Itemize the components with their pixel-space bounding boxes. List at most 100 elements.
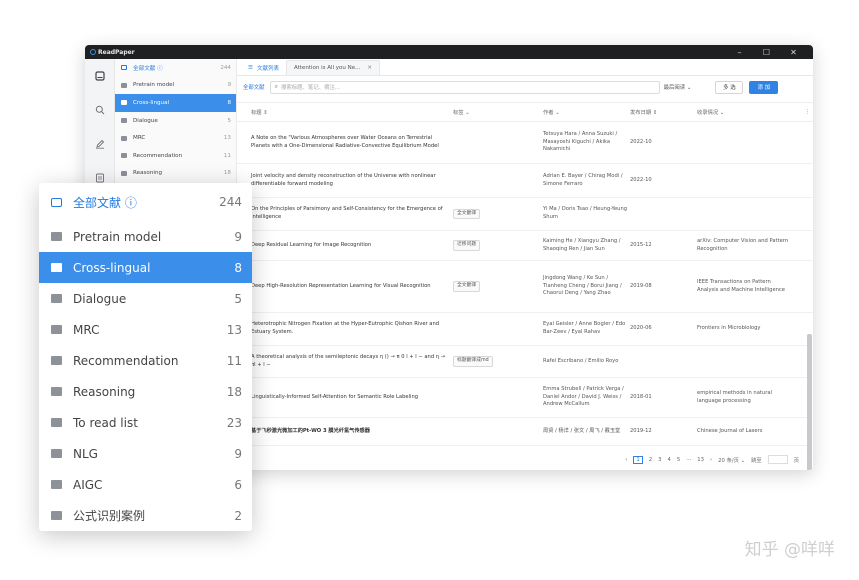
tree-item-cross-lingual[interactable]: Cross-lingual 8 [115,94,236,112]
tree-item-all[interactable]: 全部文献 ⓘ 244 [115,59,236,77]
page-suffix: 页 [793,457,799,464]
header-date[interactable]: 发布日期 ⇕ [630,108,697,116]
pagination: ‹ 1 2 3 4 5 ··· 13 › 20 条/页 ⌄ 跳至 页 [619,455,799,464]
toolbar-label: 全部文献 [243,85,265,91]
popout-item-all[interactable]: 全部文献 ⓘ 244 [39,183,252,221]
brand: ReadPaper [85,49,135,56]
main-panel: ☰ 文献列表 Attention is All you Ne... ✕ 全部文献 ⌕… [237,59,813,470]
table-row[interactable]: On the Principles of Parsimony and Self-… [237,198,813,231]
tag-badge[interactable]: 全文翻译 [453,208,481,220]
popout-item-cross-lingual[interactable]: Cross-lingual 8 [39,252,252,283]
folder-icon [121,82,127,88]
prev-page-button[interactable]: ‹ [625,457,627,463]
library-icon[interactable] [85,59,115,93]
popout-item-reasoning[interactable]: Reasoning 18 [39,376,252,407]
popout-item-formula-recognition[interactable]: 公式识别案例 2 [39,500,252,531]
table-row[interactable]: Heterotrophic Nitrogen Fixation at the H… [237,313,813,346]
all-docs-icon [51,197,62,207]
multi-select-button[interactable]: 多 选 [715,80,744,94]
folder-icon [51,387,62,396]
readpaper-logo-icon [90,49,96,55]
close-button[interactable]: ✕ [780,48,807,57]
table-header: 标题 ⇕ 标签 ⌄ 作者 ⌄ 发布日期 ⇕ 收录情况 ⌄ ⋮ [237,102,813,122]
tab-document-list[interactable]: ☰ 文献列表 [241,60,286,75]
popout-item-dialogue[interactable]: Dialogue 5 [39,283,252,314]
toolbar: 全部文献 ⌕ 搜索标题、笔记、摘注... 最后阅读 ⌄ 多 选 添 加 [237,76,813,98]
tab-paper[interactable]: Attention is All you Ne... ✕ [285,60,381,75]
folder-icon [121,118,127,124]
app-title: ReadPaper [98,48,135,56]
table-row[interactable]: Deep Residual Learning for Image Recogni… [237,231,813,261]
tree-item-recommendation[interactable]: Recommendation 11 [115,147,236,165]
folder-icon [51,325,62,334]
table-row[interactable]: Deep High-Resolution Representation Lear… [237,261,813,313]
folder-icon [121,153,127,159]
table-body: A Note on the "Various Atmospheres over … [237,122,813,446]
search-icon: ⌕ [274,83,278,90]
page-size-select[interactable]: 20 条/页 ⌄ [718,456,745,464]
next-page-button[interactable]: › [710,457,712,463]
maximize-button[interactable]: ☐ [753,48,780,57]
popout-item-nlg[interactable]: NLG 9 [39,438,252,469]
folder-icon [51,294,62,303]
tree-item-mrc[interactable]: MRC 13 [115,129,236,147]
watermark: 知乎 @咩咩 [744,540,835,560]
folder-icon [121,135,127,141]
table-row[interactable]: A theoretical analysis of the semilepton… [237,346,813,378]
folder-icon [51,232,62,241]
folder-icon [51,356,62,365]
popout-item-pretrain-model[interactable]: Pretrain model 9 [39,221,252,252]
table-row[interactable]: Linguistically-Informed Self-Attention f… [237,378,813,418]
popout-item-mrc[interactable]: MRC 13 [39,314,252,345]
tree-item-dialogue[interactable]: Dialogue 5 [115,112,236,130]
folder-icon [121,170,127,176]
goto-label: 跳至 [751,457,762,464]
window-controls: – ☐ ✕ [726,45,807,59]
page-1[interactable]: 1 [633,455,643,464]
table-row[interactable]: 基于飞秒激光微加工的Pt-WO 3 膜光纤氢气传感器 周贤 / 杨洋 / 张文 … [237,418,813,446]
search-placeholder: 搜索标题、笔记、摘注... [280,85,341,91]
tree-item-pretrain-model[interactable]: Pretrain model 9 [115,77,236,95]
zoomed-collection-list: 全部文献 ⓘ 244 Pretrain model 9 Cross-lingual 8… [39,183,252,531]
page-13[interactable]: 13 [697,457,704,463]
scrollbar-thumb[interactable] [807,334,812,470]
folder-icon [51,449,62,458]
header-tag[interactable]: 标签 ⌄ [453,108,543,116]
tree-item-reasoning[interactable]: Reasoning 18 [115,165,236,183]
header-source[interactable]: 收录情况 ⌄ [697,108,791,116]
popout-item-to-read-list[interactable]: To read list 23 [39,407,252,438]
page-ellipsis[interactable]: ··· [686,457,691,463]
sort-dropdown[interactable]: 最后阅读 ⌄ [664,83,692,91]
header-title[interactable]: 标题 ⇕ [251,108,453,116]
tag-badge[interactable]: 标题翻译成md [453,356,493,367]
pen-icon[interactable] [85,127,115,161]
page-2[interactable]: 2 [649,457,652,463]
search-input[interactable]: ⌕ 搜索标题、笔记、摘注... [269,80,660,94]
table-row[interactable]: Joint velocity and density reconstructio… [237,164,813,198]
header-author[interactable]: 作者 ⌄ [543,108,630,116]
folder-icon [51,511,62,520]
search-icon[interactable] [85,93,115,127]
folder-icon [51,418,62,427]
popout-item-recommendation[interactable]: Recommendation 11 [39,345,252,376]
folder-icon [51,480,62,489]
minimize-button[interactable]: – [726,48,753,57]
folder-icon [51,263,62,272]
tag-badge[interactable]: 全文翻译 [453,281,481,292]
close-tab-icon[interactable]: ✕ [367,65,372,71]
scrollbar[interactable] [807,154,812,470]
table-row[interactable]: A Note on the "Various Atmospheres over … [237,122,813,164]
stage: ReadPaper – ☐ ✕ 全部文献 ⓘ 244 Pretrain mode… [0,0,859,580]
add-button[interactable]: 添 加 [749,80,779,94]
list-icon: ☰ [248,64,253,71]
popout-item-aigc[interactable]: AIGC 6 [39,469,252,500]
goto-input[interactable] [767,455,788,464]
page-3[interactable]: 3 [658,457,661,463]
tab-bar: ☰ 文献列表 Attention is All you Ne... ✕ [237,59,813,76]
page-5[interactable]: 5 [677,457,680,463]
all-docs-icon [121,65,127,71]
title-bar: ReadPaper – ☐ ✕ [85,45,813,59]
more-icon[interactable]: ⋮ [805,109,810,115]
tag-badge[interactable]: 迁移问题 [453,240,481,251]
page-4[interactable]: 4 [667,457,670,463]
